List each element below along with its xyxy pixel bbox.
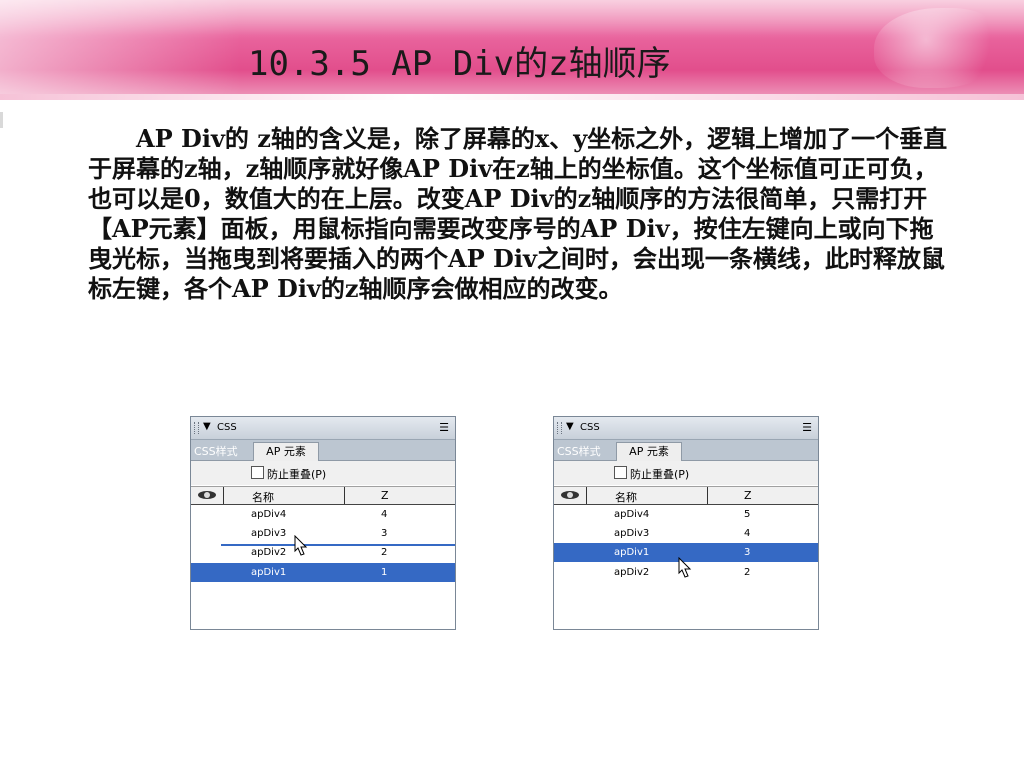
visibility-column[interactable] <box>191 487 224 504</box>
grip-handle[interactable] <box>194 422 199 434</box>
row-z: 5 <box>744 509 751 520</box>
left-edge-mark <box>0 112 3 128</box>
header-shine <box>0 0 1024 40</box>
tab-css-styles[interactable]: CSS样式 <box>557 443 601 459</box>
row-name: apDiv4 <box>614 509 650 520</box>
page-title: 10.3.5 AP Div的z轴顺序 <box>248 44 671 84</box>
eye-icon <box>198 491 216 499</box>
panel-title-bar[interactable]: ▼ CSS ☰ <box>191 417 455 440</box>
option-row: 防止重叠(P) <box>191 461 455 485</box>
row-name: apDiv3 <box>251 528 287 539</box>
row-name: apDiv1 <box>251 567 287 578</box>
panel-menu-icon[interactable]: ☰ <box>802 421 812 434</box>
table-row[interactable]: apDiv4 5 <box>554 505 818 524</box>
row-z: 2 <box>744 567 751 578</box>
table-row[interactable]: apDiv2 2 <box>191 543 455 562</box>
option-row: 防止重叠(P) <box>554 461 818 485</box>
header-decoration-right <box>874 8 1004 88</box>
row-name: apDiv4 <box>251 509 287 520</box>
column-header: 名称 Z <box>191 486 455 505</box>
prevent-overlap-checkbox[interactable] <box>251 466 264 479</box>
tab-ap-elements[interactable]: AP 元素 <box>616 442 682 462</box>
cursor-icon <box>678 557 692 578</box>
cursor-icon <box>294 535 308 556</box>
row-name: apDiv2 <box>251 547 287 558</box>
ap-elements-panel-before: ▼ CSS ☰ CSS样式 AP 元素 防止重叠(P) 名称 Z apDiv4 … <box>190 416 456 630</box>
prevent-overlap-label: 防止重叠(P) <box>630 468 690 481</box>
triangle-down-icon[interactable]: ▼ <box>566 421 574 432</box>
column-name[interactable]: 名称 <box>587 487 708 504</box>
table-row-selected[interactable]: apDiv1 1 <box>191 563 455 582</box>
prevent-overlap-label: 防止重叠(P) <box>267 468 327 481</box>
table-row[interactable]: apDiv4 4 <box>191 505 455 524</box>
eye-icon <box>561 491 579 499</box>
row-z: 3 <box>381 528 388 539</box>
column-name-label: 名称 <box>615 491 637 504</box>
row-z: 2 <box>381 547 388 558</box>
header-stripe <box>0 94 1024 100</box>
table-row[interactable]: apDiv3 3 <box>191 524 455 543</box>
column-name[interactable]: 名称 <box>224 487 345 504</box>
row-z: 3 <box>744 547 751 558</box>
visibility-column[interactable] <box>554 487 587 504</box>
row-name: apDiv2 <box>614 567 650 578</box>
body-paragraph: AP Div的 z轴的含义是，除了屏幕的x、y坐标之外，逻辑上增加了一个垂直于屏… <box>88 124 948 303</box>
column-header: 名称 Z <box>554 486 818 505</box>
panel-menu-icon[interactable]: ☰ <box>439 421 449 434</box>
column-name-label: 名称 <box>252 491 274 504</box>
table-row[interactable]: apDiv3 4 <box>554 524 818 543</box>
row-z: 4 <box>381 509 388 520</box>
row-name: apDiv3 <box>614 528 650 539</box>
column-z-label: Z <box>381 489 389 502</box>
grip-handle[interactable] <box>557 422 562 434</box>
row-z: 1 <box>381 567 388 578</box>
row-z: 4 <box>744 528 751 539</box>
panel-group-title: CSS <box>217 422 237 433</box>
tab-css-styles[interactable]: CSS样式 <box>194 443 238 459</box>
prevent-overlap-checkbox[interactable] <box>614 466 627 479</box>
ap-elements-panel-after: ▼ CSS ☰ CSS样式 AP 元素 防止重叠(P) 名称 Z apDiv4 … <box>553 416 819 630</box>
tab-ap-elements[interactable]: AP 元素 <box>253 442 319 462</box>
triangle-down-icon[interactable]: ▼ <box>203 421 211 432</box>
row-name: apDiv1 <box>614 547 650 558</box>
column-z-label: Z <box>744 489 752 502</box>
panel-title-bar[interactable]: ▼ CSS ☰ <box>554 417 818 440</box>
slide-header: 10.3.5 AP Div的z轴顺序 <box>0 0 1024 100</box>
panel-group-title: CSS <box>580 422 600 433</box>
panel-tab-bar: CSS样式 AP 元素 <box>554 440 818 462</box>
panel-tab-bar: CSS样式 AP 元素 <box>191 440 455 462</box>
